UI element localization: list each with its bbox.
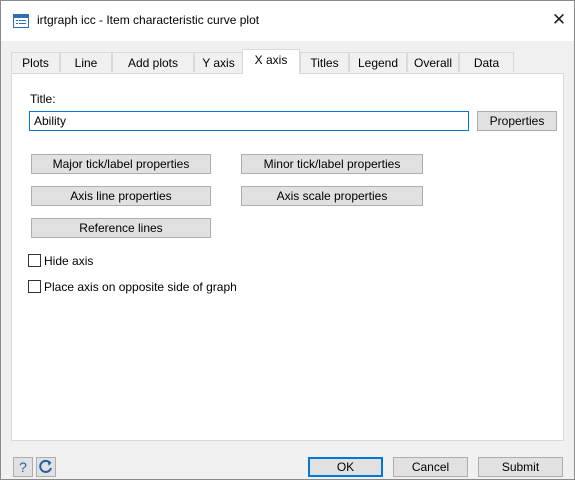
reference-lines-button[interactable]: Reference lines [31,218,211,238]
cancel-button[interactable]: Cancel [393,457,468,477]
tab-overall[interactable]: Overall [407,52,459,72]
major-tick-label-properties-button[interactable]: Major tick/label properties [31,154,211,174]
hide-axis-option[interactable]: Hide axis [28,254,93,270]
ok-button[interactable]: OK [308,457,383,477]
opposite-side-label: Place axis on opposite side of graph [44,280,237,294]
tab-y-axis[interactable]: Y axis [194,52,243,72]
hide-axis-checkbox[interactable] [28,254,41,267]
tab-titles[interactable]: Titles [300,52,349,72]
tab-strip: Plots Line Add plots Y axis X axis Title… [11,49,564,74]
tab-legend[interactable]: Legend [349,52,407,72]
x-axis-panel: Title: Properties Major tick/label prope… [11,73,564,441]
tab-line[interactable]: Line [60,52,112,72]
tab-add-plots[interactable]: Add plots [112,52,194,72]
help-glyph: ? [19,459,27,475]
tab-data[interactable]: Data [459,52,514,72]
close-icon[interactable]: ✕ [549,9,569,31]
help-question-icon[interactable]: ? [13,457,33,477]
window-title: irtgraph icc - Item characteristic curve… [37,13,260,27]
dialog-window-icon [13,14,29,28]
tab-x-axis[interactable]: X axis [242,49,300,74]
title-bar: irtgraph icc - Item characteristic curve… [1,1,574,41]
title-properties-button[interactable]: Properties [477,111,557,131]
hide-axis-label: Hide axis [44,254,94,268]
minor-tick-label-properties-button[interactable]: Minor tick/label properties [241,154,423,174]
submit-button[interactable]: Submit [478,457,563,477]
tab-plots[interactable]: Plots [11,52,60,72]
title-label: Title: [30,92,56,106]
axis-line-properties-button[interactable]: Axis line properties [31,186,211,206]
opposite-side-option[interactable]: Place axis on opposite side of graph [28,280,237,296]
axis-scale-properties-button[interactable]: Axis scale properties [241,186,423,206]
axis-title-input[interactable] [29,111,469,131]
refresh-reset-icon[interactable] [36,457,56,477]
dialog-window: irtgraph icc - Item characteristic curve… [0,0,575,480]
opposite-side-checkbox[interactable] [28,280,41,293]
